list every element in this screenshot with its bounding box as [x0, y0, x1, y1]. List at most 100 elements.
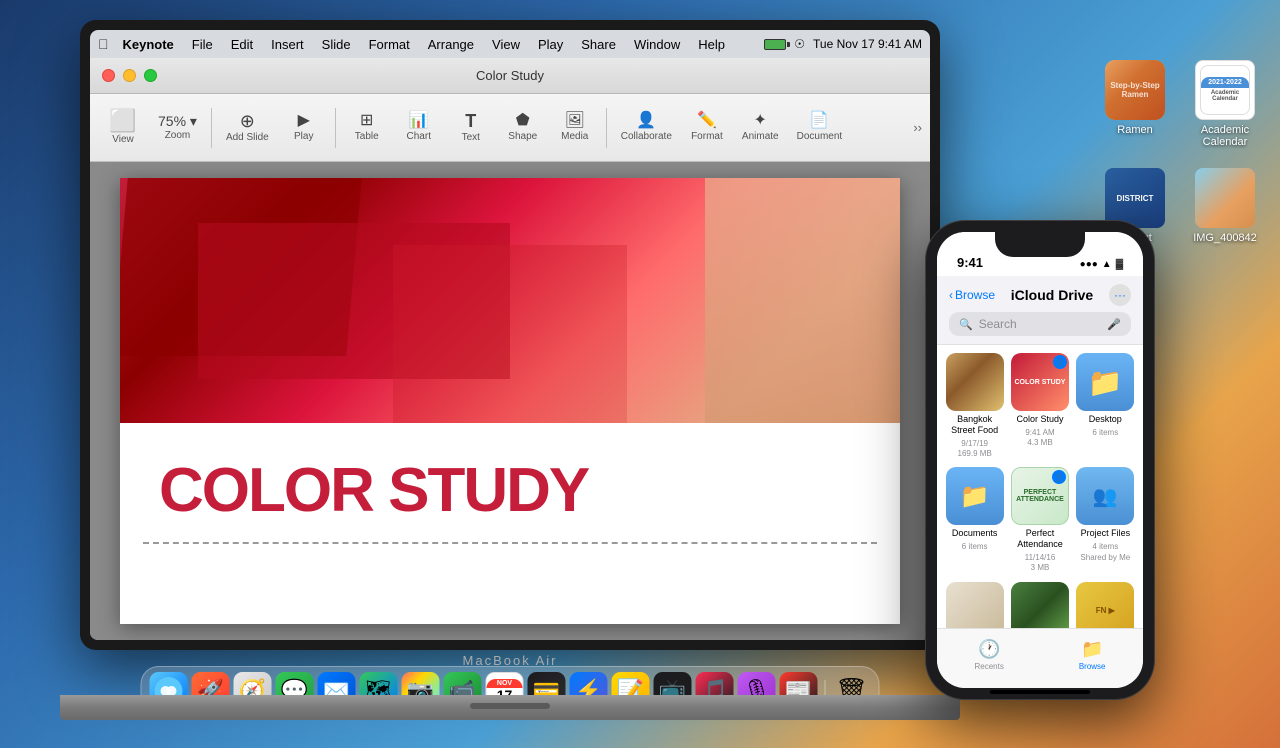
toolbar-play-button[interactable]: ▶ Play	[279, 109, 329, 146]
menubar-window[interactable]: Window	[626, 35, 688, 54]
color-study-shared-badge: 👤	[1053, 355, 1067, 369]
file-item-documents[interactable]: 📁 Documents 6 items	[945, 467, 1004, 573]
file-item-remodel[interactable]: Remodel Projec...udget 5/5/16232 KB	[945, 582, 1004, 628]
menubar-share[interactable]: Share	[573, 35, 624, 54]
desktop-icon-photo[interactable]: IMG_400842	[1190, 168, 1260, 256]
toolbar-animate-button[interactable]: ✦ Animate	[734, 109, 787, 146]
zoom-label: Zoom	[165, 130, 191, 141]
battery-status-icon: ▓	[1116, 259, 1123, 270]
iphone-home-indicator	[990, 690, 1090, 694]
slide-title: COLOR STUDY	[159, 455, 588, 526]
battery-icon	[764, 39, 786, 50]
macbook-label: MacBook Air	[463, 653, 558, 668]
perfect-attendance-thumbnail: PERFECT ATTENDANCE 👤	[1011, 467, 1069, 525]
document-label: Document	[797, 131, 843, 142]
scenic-thumbnail	[1011, 582, 1069, 628]
file-item-color-study[interactable]: COLOR STUDY 👤 Color Study 9:41 AM4.3 MB	[1010, 353, 1069, 459]
menubar-right: ☉ Tue Nov 17 9:41 AM	[764, 37, 922, 51]
apple-menu-icon[interactable]: 	[98, 36, 109, 52]
menubar-view[interactable]: View	[484, 35, 528, 54]
perfect-attendance-name: Perfect Attendance	[1010, 528, 1069, 550]
icloud-back-button[interactable]: ‹ Browse	[949, 288, 995, 302]
color-study-name: Color Study	[1016, 414, 1063, 425]
toolbar-media-button[interactable]: 🖼 Media	[550, 109, 600, 146]
file-item-project-files[interactable]: 👥 Project Files 4 itemsShared by Me	[1076, 467, 1135, 573]
screen-printing-thumbnail: FN ▶	[1076, 582, 1134, 628]
toolbar-divider-3	[606, 108, 607, 148]
recents-tab-icon: 🕐	[978, 639, 1000, 660]
desktop-folder-name: Desktop	[1089, 414, 1122, 425]
maximize-button[interactable]	[144, 69, 157, 82]
microphone-icon: 🎤	[1107, 318, 1121, 331]
format-icon: ✏️	[697, 113, 717, 129]
menubar-play[interactable]: Play	[530, 35, 571, 54]
window-title: Color Study	[476, 68, 544, 83]
file-item-desktop[interactable]: 📁 Desktop 6 items	[1076, 353, 1135, 459]
file-item-scenic[interactable]: Scenic Pacific Trails 5/15/162.4 MB	[1010, 582, 1069, 628]
close-button[interactable]	[102, 69, 115, 82]
iphone-status-right: ●●● ▲ ▓	[1080, 259, 1123, 270]
menubar-format[interactable]: Format	[361, 35, 418, 54]
icloud-header: ‹ Browse iCloud Drive ··· 🔍 Search 🎤	[937, 276, 1143, 345]
toolbar-more-button[interactable]: ››	[913, 120, 922, 135]
iphone-tabbar: 🕐 Recents 📁 Browse	[937, 628, 1143, 688]
macbook-screen-bezel:  Keynote File Edit Insert Slide Format …	[80, 20, 940, 650]
toolbar-text-button[interactable]: T Text	[446, 108, 496, 147]
menubar-help[interactable]: Help	[690, 35, 733, 54]
shape-icon: ⬟	[516, 113, 530, 129]
text-label: Text	[462, 132, 480, 143]
collaborate-label: Collaborate	[621, 131, 672, 142]
academic-calendar-thumbnail: 2021-2022 Academic Calendar	[1195, 60, 1255, 120]
icloud-drive-title: iCloud Drive	[1011, 287, 1093, 303]
toolbar-add-slide-button[interactable]: ⊕ Add Slide	[218, 108, 277, 147]
animate-icon: ✦	[754, 113, 767, 129]
menubar-keynote[interactable]: Keynote	[115, 35, 182, 54]
file-item-screen-printing[interactable]: FN ▶ Screen Printing 5/8/1626.1 MB	[1076, 582, 1135, 628]
desktop-icon-academic-calendar[interactable]: 2021-2022 Academic Calendar Academic Cal…	[1190, 60, 1260, 148]
toolbar-document-button[interactable]: 📄 Document	[789, 109, 851, 146]
bangkok-meta: 9/17/19169.9 MB	[958, 439, 992, 460]
toolbar-shape-button[interactable]: ⬟ Shape	[498, 109, 548, 146]
project-files-thumbnail: 👥	[1076, 467, 1134, 525]
slide-area: COLOR STUDY	[90, 162, 930, 640]
menubar-edit[interactable]: Edit	[223, 35, 261, 54]
toolbar-zoom-button[interactable]: 75% ▾ Zoom	[150, 110, 205, 145]
format-label: Format	[691, 131, 723, 142]
toolbar-view-button[interactable]: ⬜ View	[98, 106, 148, 149]
media-label: Media	[561, 131, 588, 142]
menubar-slide[interactable]: Slide	[314, 35, 359, 54]
macbook-base-notch	[470, 703, 550, 709]
ramen-thumbnail: Step-by-Step Ramen	[1105, 60, 1165, 120]
district-market-thumbnail: DISTRICT	[1105, 168, 1165, 228]
documents-folder-thumbnail: 📁	[946, 467, 1004, 525]
search-magnifier-icon: 🔍	[959, 318, 973, 331]
color-study-meta: 9:41 AM4.3 MB	[1025, 428, 1054, 449]
iphone-notch	[995, 232, 1085, 257]
slide-canvas[interactable]: COLOR STUDY	[120, 178, 900, 624]
tab-recents[interactable]: 🕐 Recents	[974, 639, 1003, 671]
desktop-icon-ramen[interactable]: Step-by-Step Ramen Ramen	[1100, 60, 1170, 148]
toolbar-chart-button[interactable]: 📊 Chart	[394, 109, 444, 146]
toolbar-collaborate-button[interactable]: 👤 Collaborate	[613, 109, 680, 146]
minimize-button[interactable]	[123, 69, 136, 82]
icloud-more-button[interactable]: ···	[1109, 284, 1131, 306]
add-slide-icon: ⊕	[240, 112, 255, 130]
file-item-perfect-attendance[interactable]: PERFECT ATTENDANCE 👤 Perfect Attendance …	[1010, 467, 1069, 573]
documents-folder-meta: 6 items	[962, 542, 988, 552]
text-icon: T	[465, 112, 476, 130]
toolbar-format-button[interactable]: ✏️ Format	[682, 109, 732, 146]
bangkok-thumbnail	[946, 353, 1004, 411]
file-item-bangkok[interactable]: Bangkok Street Food 9/17/19169.9 MB	[945, 353, 1004, 459]
menubar-file[interactable]: File	[184, 35, 221, 54]
collaborate-icon: 👤	[636, 113, 656, 129]
zoom-icon: 75% ▾	[158, 114, 197, 128]
tab-browse[interactable]: 📁 Browse	[1079, 639, 1106, 671]
icloud-search-bar[interactable]: 🔍 Search 🎤	[949, 312, 1131, 336]
slide-color-strip-center	[393, 245, 627, 423]
table-icon: ⊞	[360, 113, 373, 129]
add-slide-label: Add Slide	[226, 132, 269, 143]
menubar-insert[interactable]: Insert	[263, 35, 312, 54]
menubar-arrange[interactable]: Arrange	[420, 35, 482, 54]
toolbar-table-button[interactable]: ⊞ Table	[342, 109, 392, 146]
window-titlebar: Color Study	[90, 58, 930, 94]
